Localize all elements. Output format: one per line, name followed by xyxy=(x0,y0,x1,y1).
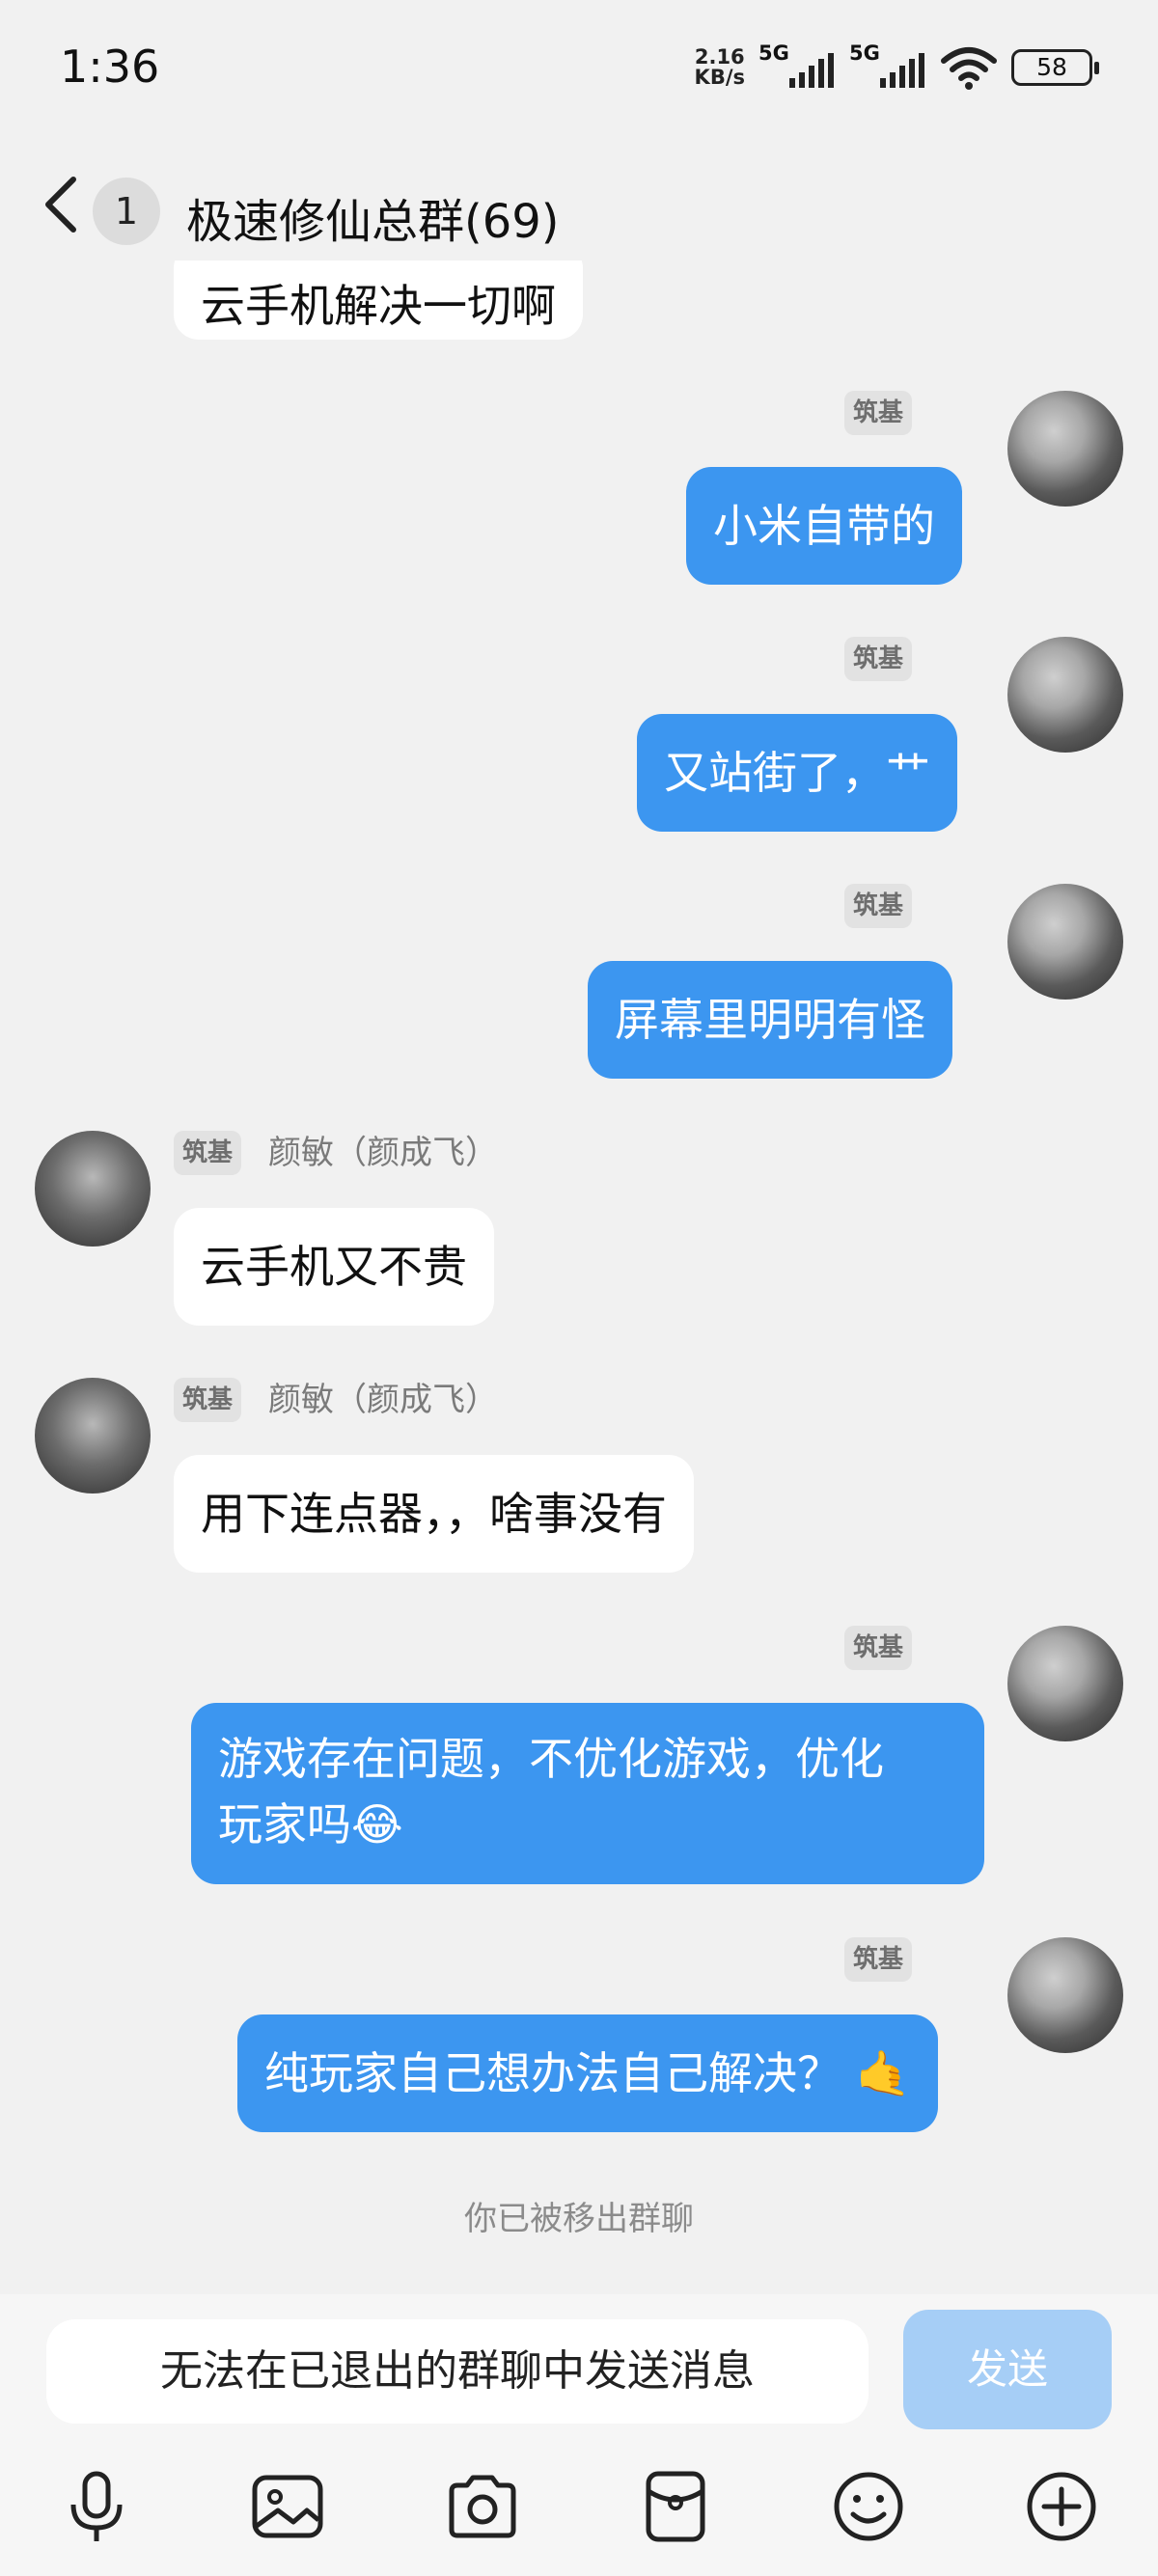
emoji-icon[interactable] xyxy=(830,2468,907,2545)
speed-unit: KB/s xyxy=(694,66,745,89)
camera-icon[interactable] xyxy=(444,2468,521,2545)
input-panel: 无法在已退出的群聊中发送消息 发送 xyxy=(0,2294,1158,2576)
net-label-1: 5G xyxy=(758,41,789,65)
status-indicators: 2.16 KB/s 5G 5G 58 xyxy=(695,41,1099,93)
message-text: 纯玩家自己想办法自己解决？ 🤙 xyxy=(264,2047,911,2099)
member-level-tag: 筑基 xyxy=(844,391,913,435)
signal-5g-1: 5G xyxy=(758,41,836,90)
status-bar: 1:36 2.16 KB/s 5G 5G 58 xyxy=(0,0,1158,145)
message-bubble-outgoing[interactable]: 游戏存在问题，不优化游戏，优化 玩家吗😂 xyxy=(191,1703,984,1884)
message-list[interactable]: 云手机解决一切啊 筑基 小米自带的 筑基 又站街了，艹 筑基 屏幕里明明有怪 筑… xyxy=(0,193,1158,2296)
unread-count-badge[interactable]: 1 xyxy=(93,178,160,245)
net-label-2: 5G xyxy=(849,41,880,65)
avatar-self[interactable] xyxy=(1007,1937,1123,2053)
message-text: 云手机又不贵 xyxy=(201,1241,467,1293)
message-bubble-incoming[interactable]: 用下连点器，，啥事没有 xyxy=(174,1455,694,1573)
sender-nickname[interactable]: 颜敏（颜成飞） xyxy=(268,1378,498,1422)
message-bubble-outgoing[interactable]: 屏幕里明明有怪 xyxy=(588,961,952,1079)
battery-indicator: 58 xyxy=(1011,49,1099,86)
member-level-tag: 筑基 xyxy=(844,1626,913,1670)
message-bubble-incoming[interactable]: 云手机又不贵 xyxy=(174,1208,494,1326)
avatar-self[interactable] xyxy=(1007,884,1123,1000)
message-text: 云手机解决一切啊 xyxy=(201,280,556,332)
avatar-self[interactable] xyxy=(1007,637,1123,753)
avatar-self[interactable] xyxy=(1007,1626,1123,1741)
message-bubble-outgoing[interactable]: 又站街了，艹 xyxy=(637,714,957,832)
red-packet-icon[interactable] xyxy=(637,2468,714,2545)
message-bubble-outgoing[interactable]: 纯玩家自己想办法自己解决？ 🤙 xyxy=(237,2014,938,2132)
status-time: 1:36 xyxy=(60,41,160,93)
message-text: 小米自带的 xyxy=(713,500,935,552)
send-button[interactable]: 发送 xyxy=(903,2310,1112,2429)
member-level-tag: 筑基 xyxy=(844,1937,913,1982)
message-text: 屏幕里明明有怪 xyxy=(615,994,925,1046)
member-level-tag: 筑基 xyxy=(844,884,913,928)
member-level-tag: 筑基 xyxy=(844,637,913,681)
member-level-tag: 筑基 xyxy=(174,1378,242,1422)
chat-header: 1 极速修仙总群(69) xyxy=(0,145,1158,260)
avatar-member[interactable] xyxy=(35,1131,151,1247)
wifi-icon xyxy=(941,47,997,90)
signal-bars-icon xyxy=(880,53,924,88)
system-notice: 你已被移出群聊 xyxy=(464,2200,694,2238)
member-level-tag: 筑基 xyxy=(174,1131,242,1175)
message-text: 又站街了，艹 xyxy=(664,747,930,799)
sender-nickname[interactable]: 颜敏（颜成飞） xyxy=(268,1131,498,1175)
back-arrow-icon[interactable] xyxy=(39,176,87,233)
signal-bars-icon xyxy=(789,53,834,88)
avatar-self[interactable] xyxy=(1007,391,1123,507)
group-title[interactable]: 极速修仙总群(69) xyxy=(186,183,560,251)
image-icon[interactable] xyxy=(249,2468,326,2545)
message-text-line-2: 玩家吗😂 xyxy=(218,1798,403,1850)
microphone-icon[interactable] xyxy=(58,2468,135,2545)
message-bubble-outgoing[interactable]: 小米自带的 xyxy=(686,467,962,585)
speed-value: 2.16 xyxy=(694,45,745,69)
signal-5g-2: 5G xyxy=(849,41,926,90)
message-text-line-1: 游戏存在问题，不优化游戏，优化 xyxy=(218,1733,884,1785)
avatar-member[interactable] xyxy=(35,1378,151,1494)
plus-icon[interactable] xyxy=(1023,2468,1100,2545)
input-toolbar xyxy=(0,2468,1158,2574)
message-input[interactable]: 无法在已退出的群聊中发送消息 xyxy=(46,2319,868,2424)
message-text: 用下连点器，，啥事没有 xyxy=(201,1488,667,1540)
network-speed: 2.16 KB/s xyxy=(695,47,745,88)
